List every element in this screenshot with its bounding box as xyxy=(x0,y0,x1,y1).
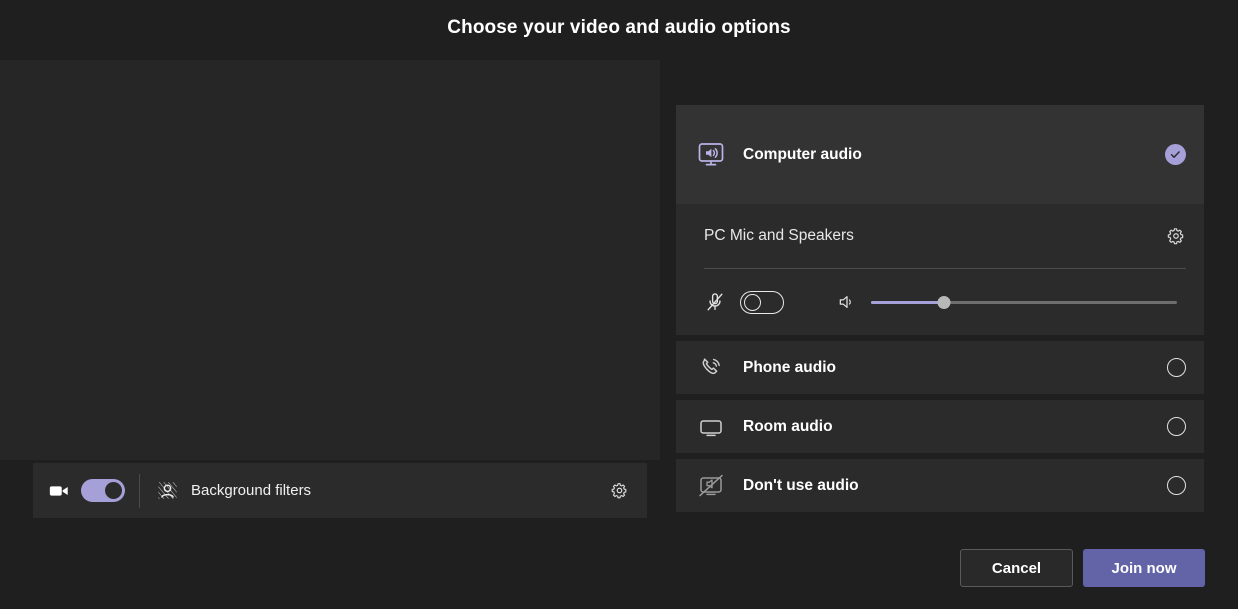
monitor-speaker-icon xyxy=(696,140,726,170)
audio-option-no-audio[interactable]: Don't use audio xyxy=(676,459,1204,512)
camera-toggle-group xyxy=(33,463,139,518)
gear-icon[interactable] xyxy=(610,481,629,500)
audio-option-computer-audio[interactable]: Computer audio xyxy=(676,105,1204,204)
background-filters-button[interactable]: Background filters xyxy=(140,480,610,501)
gear-icon[interactable] xyxy=(1166,226,1186,246)
background-blur-icon xyxy=(157,480,178,501)
video-options-bar: Background filters xyxy=(33,463,647,518)
audio-device-header: PC Mic and Speakers xyxy=(704,204,1186,268)
check-icon[interactable] xyxy=(1165,144,1186,165)
page-title: Choose your video and audio options xyxy=(0,17,1238,39)
mic-muted-icon xyxy=(704,291,726,313)
audio-option-label: Don't use audio xyxy=(743,477,1167,495)
cancel-button[interactable]: Cancel xyxy=(960,549,1073,587)
slider-fill xyxy=(871,301,944,304)
audio-option-phone-audio[interactable]: Phone audio xyxy=(676,341,1204,394)
speaker-icon xyxy=(837,292,857,312)
camera-toggle[interactable] xyxy=(81,479,125,502)
audio-device-section: PC Mic and Speakers xyxy=(676,204,1204,335)
phone-sound-icon xyxy=(696,353,726,383)
audio-option-label: Phone audio xyxy=(743,359,1167,377)
audio-device-controls xyxy=(704,269,1186,335)
prejoin-screen: Choose your video and audio options xyxy=(0,0,1238,609)
slider-thumb[interactable] xyxy=(938,296,951,309)
monitor-icon xyxy=(696,412,726,442)
join-now-button[interactable]: Join now xyxy=(1083,549,1205,587)
radio-button[interactable] xyxy=(1167,358,1186,377)
audio-options-panel: Computer audio PC Mic and Speakers xyxy=(676,105,1204,512)
mic-toggle[interactable] xyxy=(740,291,784,314)
radio-button[interactable] xyxy=(1167,476,1186,495)
volume-slider[interactable] xyxy=(871,293,1177,311)
footer-actions: Cancel Join now xyxy=(960,549,1205,587)
camera-icon xyxy=(48,480,70,502)
radio-button[interactable] xyxy=(1167,417,1186,436)
monitor-muted-icon xyxy=(696,471,726,501)
video-preview xyxy=(0,60,660,460)
audio-device-name: PC Mic and Speakers xyxy=(704,227,1166,245)
audio-option-room-audio[interactable]: Room audio xyxy=(676,400,1204,453)
audio-option-label: Room audio xyxy=(743,418,1167,436)
audio-option-label: Computer audio xyxy=(743,146,1165,164)
background-filters-label: Background filters xyxy=(191,482,311,499)
